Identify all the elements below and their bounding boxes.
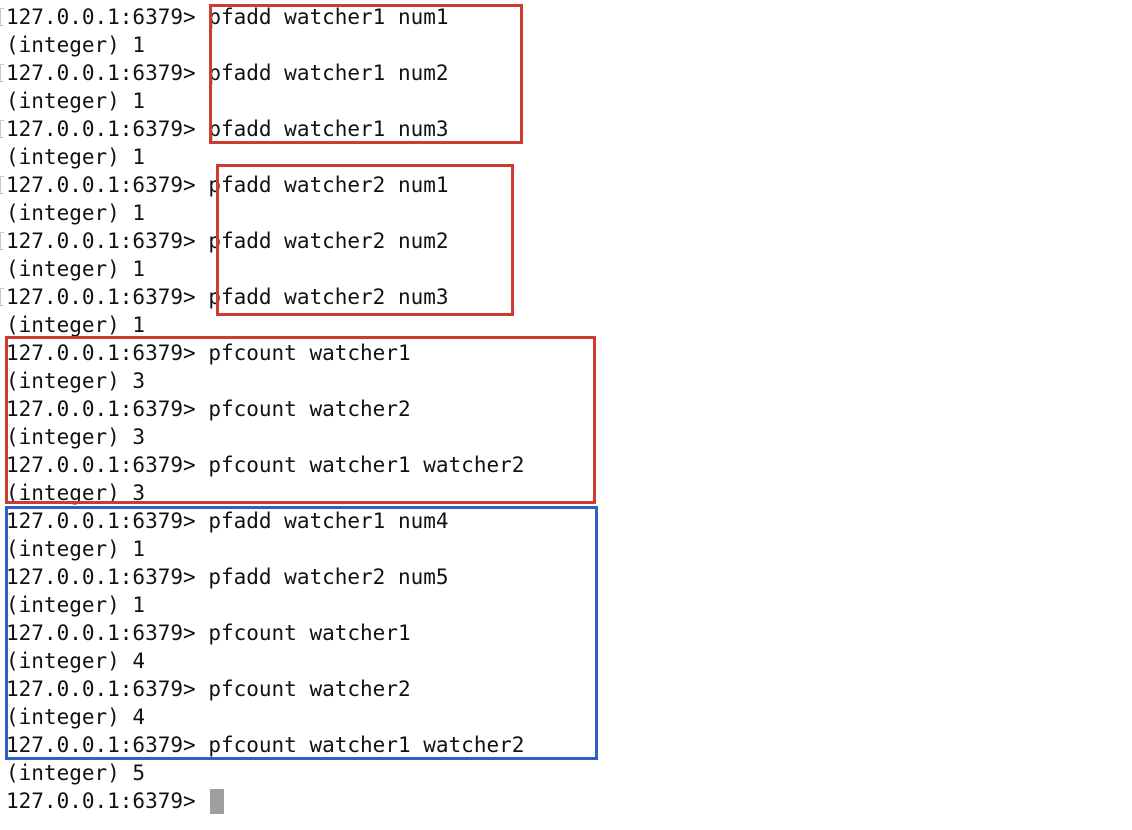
line-wrap-marker — [0, 120, 4, 138]
highlight-box-second-round — [5, 506, 598, 760]
terminal-window[interactable]: 127.0.0.1:6379> pfadd watcher1 num1 (inte… — [0, 0, 1132, 830]
line-wrap-marker — [0, 8, 4, 26]
highlight-box-first-counts — [5, 336, 596, 504]
output-line: (integer) 1 — [6, 257, 146, 281]
output-line: (integer) 5 — [6, 761, 146, 785]
output-line: (integer) 1 — [6, 313, 146, 337]
prompt: 127.0.0.1:6379> — [6, 173, 196, 197]
prompt: 127.0.0.1:6379> — [6, 5, 196, 29]
line-wrap-marker — [0, 232, 4, 250]
prompt: 127.0.0.1:6379> — [6, 229, 196, 253]
output-line: (integer) 1 — [6, 201, 146, 225]
prompt: 127.0.0.1:6379> — [6, 117, 196, 141]
prompt: 127.0.0.1:6379> — [6, 285, 196, 309]
output-line: (integer) 1 — [6, 89, 146, 113]
line-wrap-marker — [0, 176, 4, 194]
text-cursor[interactable] — [210, 789, 225, 814]
output-line: (integer) 1 — [6, 145, 146, 169]
prompt: 127.0.0.1:6379> — [6, 61, 196, 85]
output-line: (integer) 1 — [6, 33, 146, 57]
prompt: 127.0.0.1:6379> — [6, 789, 196, 813]
highlight-box-watcher2-adds — [216, 164, 514, 316]
line-wrap-marker — [0, 288, 4, 306]
line-wrap-marker — [0, 64, 4, 82]
highlight-box-watcher1-adds — [209, 4, 523, 144]
active-prompt-line: 127.0.0.1:6379> — [6, 787, 225, 815]
